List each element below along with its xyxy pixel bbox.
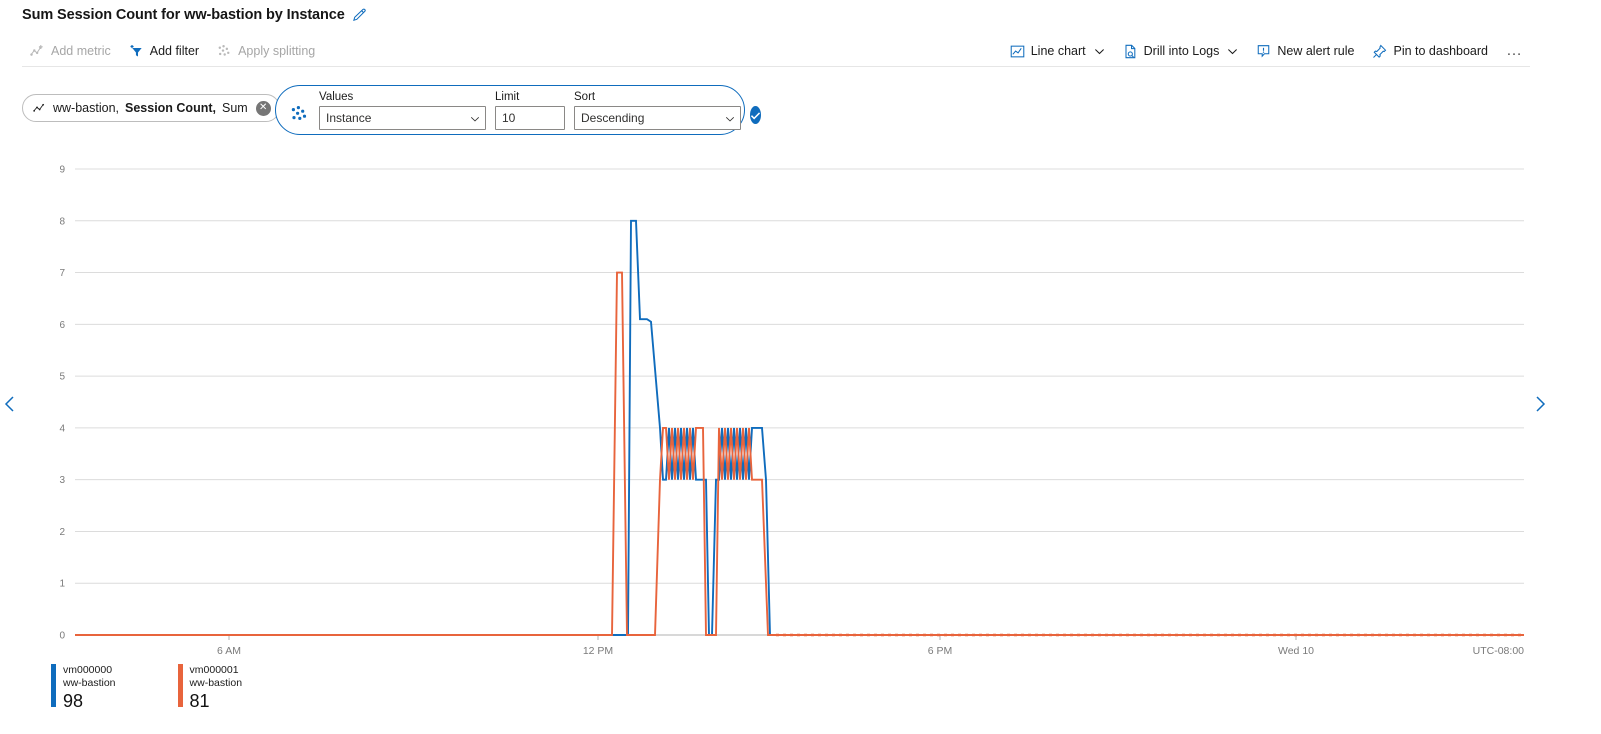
chart-title-row: Sum Session Count for ww-bastion by Inst… [22, 4, 367, 26]
check-icon [750, 110, 761, 121]
add-metric-icon [30, 44, 45, 59]
values-selected: Instance [326, 110, 372, 125]
limit-field: Limit 10 [495, 91, 565, 130]
metric-scatter-icon [33, 103, 47, 114]
apply-splitting-confirm-button[interactable] [750, 106, 761, 124]
y-axis-tick-label: 2 [59, 527, 65, 538]
metric-pill-aggregation: Sum [221, 101, 248, 115]
chart-legend: vm000000 ww-bastion 98 vm000001 ww-bastion 81 [51, 664, 242, 712]
add-metric-label: Add metric [51, 44, 111, 58]
legend-text: vm000000 ww-bastion 98 [63, 664, 116, 712]
y-axis-tick-label: 4 [59, 423, 65, 434]
chart-type-label: Line chart [1030, 44, 1086, 58]
y-axis-tick-label: 1 [59, 579, 65, 590]
x-axis-tick-label: Wed 10 [1278, 645, 1314, 657]
sort-field: Sort Descending [574, 91, 741, 130]
splitting-panel: Values Instance Limit 10 Sort Descending [275, 85, 761, 135]
x-axis-tick-label: UTC-08:00 [1473, 645, 1525, 657]
drill-into-logs-button[interactable]: Drill into Logs [1115, 38, 1247, 64]
chart-series-line [75, 271, 1524, 636]
drill-into-logs-label: Drill into Logs [1143, 44, 1220, 58]
chart-type-button[interactable]: Line chart [1002, 38, 1113, 64]
chart-plot-area[interactable]: 0 1 2 3 4 5 6 7 8 9 6 AM 12 PM 6 PM Wed 10 UTC-08:00 [0, 150, 1601, 670]
apply-splitting-icon [217, 44, 232, 59]
legend-item[interactable]: vm000001 ww-bastion 81 [177, 664, 243, 712]
chevron-down-icon [725, 113, 735, 123]
legend-instance-name: vm000000 [63, 664, 113, 676]
add-filter-button[interactable]: Add filter [121, 38, 207, 64]
command-bar: Add metric Add filter Apply splitting Li… [22, 36, 1530, 67]
new-alert-rule-button[interactable]: New alert rule [1248, 38, 1362, 64]
y-axis-tick-label: 7 [59, 268, 65, 279]
legend-color-swatch [177, 664, 183, 707]
y-axis-tick-label: 8 [59, 216, 65, 227]
y-axis-tick-label: 3 [59, 475, 65, 486]
close-icon[interactable]: ✕ [255, 100, 271, 116]
metrics-chart-page: Sum Session Count for ww-bastion by Inst… [0, 0, 1601, 734]
limit-label: Limit [495, 90, 520, 103]
pin-to-dashboard-button[interactable]: Pin to dashboard [1364, 38, 1496, 64]
legend-value: 98 [63, 691, 84, 711]
pencil-icon[interactable] [352, 8, 367, 23]
sort-selected: Descending [581, 110, 645, 125]
legend-text: vm000001 ww-bastion 81 [190, 664, 243, 712]
legend-value: 81 [189, 691, 210, 711]
chevron-down-icon [470, 113, 480, 123]
legend-item[interactable]: vm000000 ww-bastion 98 [51, 664, 116, 712]
page-title: Sum Session Count for ww-bastion by Inst… [22, 7, 345, 23]
pin-to-dashboard-label: Pin to dashboard [1393, 44, 1488, 58]
add-filter-icon [129, 44, 144, 59]
x-axis-tick-label: 12 PM [583, 645, 613, 657]
legend-resource-name: ww-bastion [189, 677, 243, 689]
x-axis-tick-label: 6 PM [928, 645, 953, 657]
values-select[interactable]: Instance [319, 105, 486, 130]
splitting-icon [290, 105, 309, 124]
new-alert-rule-icon [1256, 44, 1271, 59]
limit-value: 10 [502, 110, 516, 125]
more-options-button[interactable]: … [1498, 38, 1530, 64]
metric-pill-scope: ww-bastion, [53, 101, 119, 115]
drill-into-logs-icon [1123, 44, 1138, 59]
add-metric-button[interactable]: Add metric [22, 38, 119, 64]
y-axis-tick-label: 6 [59, 320, 65, 331]
y-axis-tick-label: 9 [59, 165, 65, 176]
limit-input[interactable]: 10 [495, 105, 565, 130]
y-axis-tick-label: 5 [59, 372, 65, 383]
metric-pill[interactable]: ww-bastion, Session Count, Sum ✕ [22, 94, 280, 122]
sort-select[interactable]: Descending [574, 105, 741, 130]
apply-splitting-label: Apply splitting [238, 44, 316, 58]
pin-icon [1372, 44, 1387, 59]
metric-pill-metric: Session Count, [125, 101, 216, 115]
legend-instance-name: vm000001 [189, 664, 239, 676]
line-chart-icon [1010, 44, 1025, 59]
apply-splitting-button[interactable]: Apply splitting [209, 38, 323, 64]
legend-color-swatch [51, 664, 56, 707]
x-axis-tick-label: 6 AM [217, 645, 241, 657]
chevron-down-icon [1227, 46, 1238, 57]
command-bar-right: Line chart Drill into Logs New alert rul… [1002, 38, 1530, 64]
new-alert-rule-label: New alert rule [1277, 44, 1355, 58]
add-filter-label: Add filter [149, 44, 200, 58]
y-axis-tick-label: 0 [59, 631, 65, 642]
values-field: Values Instance [319, 91, 486, 130]
chevron-down-icon [1094, 46, 1105, 57]
legend-resource-name: ww-bastion [63, 677, 116, 689]
command-bar-left: Add metric Add filter Apply splitting [22, 38, 323, 64]
sort-label: Sort [574, 90, 596, 103]
metrics-chart[interactable]: 0 1 2 3 4 5 6 7 8 9 6 AM 12 PM 6 PM Wed 10 UTC-08:00 [0, 150, 1601, 670]
values-label: Values [319, 90, 354, 103]
